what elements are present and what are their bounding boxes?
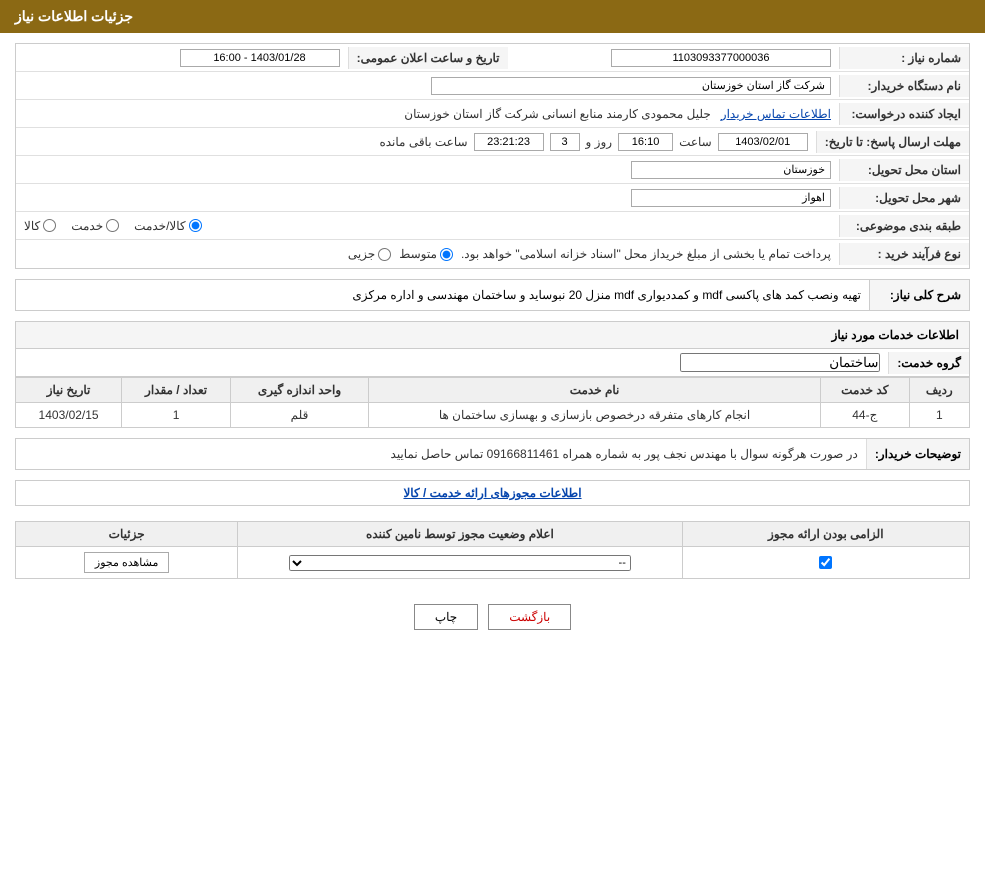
category-option-1[interactable]: کالا — [24, 219, 56, 233]
creator-value: اطلاعات تماس خریدار جلیل محمودی کارمند م… — [16, 103, 839, 125]
deadline-remaining-label: ساعت باقی مانده — [379, 135, 467, 149]
city-input[interactable] — [631, 189, 831, 207]
general-description-label: شرح کلی نیاز: — [869, 280, 969, 310]
category-option-2[interactable]: خدمت — [71, 219, 119, 233]
col-unit: واحد اندازه گیری — [230, 378, 368, 403]
service-section-title: اطلاعات خدمات مورد نیاز — [15, 321, 970, 349]
process-option-1[interactable]: جزیی — [348, 247, 391, 261]
need-number-row: شماره نیاز : تاریخ و ساعت اعلان عمومی: — [16, 44, 969, 72]
province-input[interactable] — [631, 161, 831, 179]
cell-count: 1 — [122, 403, 231, 428]
footer-buttons: بازگشت چاپ — [15, 589, 970, 645]
col-count: تعداد / مقدار — [122, 378, 231, 403]
city-label: شهر محل تحویل: — [839, 187, 969, 209]
service-group-label: گروه خدمت: — [888, 352, 969, 374]
license-table: الزامی بودن ارائه مجوز اعلام وضعیت مجوز … — [15, 521, 970, 579]
buyer-name-input[interactable] — [431, 77, 831, 95]
license-col-required: الزامی بودن ارائه مجوز — [682, 522, 969, 547]
category-label: طبقه بندی موضوعی: — [839, 215, 969, 237]
announce-value — [16, 45, 348, 71]
province-label: استان محل تحویل: — [839, 159, 969, 181]
license-status-cell[interactable]: -- گزینه 1 گزینه 2 — [238, 547, 682, 579]
service-group-input[interactable] — [680, 353, 880, 372]
deadline-days-label: روز و — [586, 135, 613, 149]
cell-row: 1 — [909, 403, 969, 428]
license-table-row: -- گزینه 1 گزینه 2 مشاهده مجوز — [16, 547, 970, 579]
license-required-checkbox[interactable] — [819, 556, 832, 569]
license-view-button[interactable]: مشاهده مجوز — [84, 552, 169, 573]
creator-label: ایجاد کننده درخواست: — [839, 103, 969, 125]
announce-label: تاریخ و ساعت اعلان عمومی: — [348, 47, 508, 69]
col-name: نام خدمت — [369, 378, 821, 403]
license-col-status: اعلام وضعیت مجوز توسط نامین کننده — [238, 522, 682, 547]
creator-link[interactable]: اطلاعات تماس خریدار — [721, 107, 831, 121]
need-number-label: شماره نیاز : — [839, 47, 969, 69]
col-code: کد خدمت — [821, 378, 910, 403]
licenses-link[interactable]: اطلاعات مجوزهای ارائه خدمت / کالا — [15, 480, 970, 506]
license-col-details: جزئیات — [16, 522, 238, 547]
general-description-box: شرح کلی نیاز: تهیه ونصب کمد های پاکسی md… — [15, 279, 970, 311]
service-table: ردیف کد خدمت نام خدمت واحد اندازه گیری ت… — [15, 377, 970, 428]
deadline-remaining-input[interactable] — [474, 133, 544, 151]
creator-text: جلیل محمودی کارمند منابع انسانی شرکت گاز… — [404, 107, 711, 121]
announce-input[interactable] — [180, 49, 340, 67]
buyer-notes-content: در صورت هرگونه سوال با مهندس نجف پور به … — [16, 439, 866, 469]
buyer-name-label: نام دستگاه خریدار: — [839, 75, 969, 97]
license-details-cell[interactable]: مشاهده مجوز — [16, 547, 238, 579]
col-date: تاریخ نیاز — [16, 378, 122, 403]
cell-code: ج-44 — [821, 403, 910, 428]
category-option-3[interactable]: کالا/خدمت — [134, 219, 201, 233]
license-status-select[interactable]: -- گزینه 1 گزینه 2 — [289, 555, 631, 571]
service-group-row: گروه خدمت: — [15, 349, 970, 377]
process-row: نوع فرآیند خرید : پرداخت تمام یا بخشی از… — [16, 240, 969, 268]
service-table-header: ردیف کد خدمت نام خدمت واحد اندازه گیری ت… — [16, 378, 970, 403]
category-value: کالا/خدمت خدمت کالا — [16, 215, 839, 237]
need-number-input[interactable] — [611, 49, 831, 67]
deadline-days-input[interactable] — [550, 133, 580, 151]
license-required-cell — [682, 547, 969, 579]
province-row: استان محل تحویل: — [16, 156, 969, 184]
cell-date: 1403/02/15 — [16, 403, 122, 428]
process-option-2[interactable]: متوسط — [399, 247, 453, 261]
page-title: جزئیات اطلاعات نیاز — [0, 0, 985, 33]
deadline-time-label: ساعت — [679, 135, 712, 149]
deadline-label: مهلت ارسال پاسخ: تا تاریخ: — [816, 131, 969, 153]
service-info-section: اطلاعات خدمات مورد نیاز گروه خدمت: ردیف … — [15, 321, 970, 428]
col-row: ردیف — [909, 378, 969, 403]
main-info-section: شماره نیاز : تاریخ و ساعت اعلان عمومی: ن… — [15, 43, 970, 269]
back-button[interactable]: بازگشت — [488, 604, 571, 630]
process-label: نوع فرآیند خرید : — [839, 243, 969, 265]
deadline-row: مهلت ارسال پاسخ: تا تاریخ: ساعت روز و سا… — [16, 128, 969, 156]
service-group-value — [16, 349, 888, 376]
need-number-value — [508, 45, 840, 71]
buyer-notes-label: توضیحات خریدار: — [866, 439, 969, 469]
province-value — [16, 157, 839, 183]
print-button[interactable]: چاپ — [414, 604, 478, 630]
process-value: پرداخت تمام یا بخشی از مبلغ خریداز محل "… — [16, 243, 839, 265]
general-description-content: تهیه ونصب کمد های پاکسی mdf و کمددیواری … — [16, 280, 869, 310]
buyer-name-value — [16, 73, 839, 99]
cell-unit: قلم — [230, 403, 368, 428]
buyer-notes-section: توضیحات خریدار: در صورت هرگونه سوال با م… — [15, 438, 970, 470]
process-note: پرداخت تمام یا بخشی از مبلغ خریداز محل "… — [461, 247, 831, 261]
buyer-name-row: نام دستگاه خریدار: — [16, 72, 969, 100]
city-value — [16, 185, 839, 211]
deadline-time-input[interactable] — [618, 133, 673, 151]
category-row: طبقه بندی موضوعی: کالا/خدمت خدمت — [16, 212, 969, 240]
license-table-header: الزامی بودن ارائه مجوز اعلام وضعیت مجوز … — [16, 522, 970, 547]
deadline-date-input[interactable] — [718, 133, 808, 151]
service-table-row: 1 ج-44 انجام کارهای متفرقه درخصوص بازساز… — [16, 403, 970, 428]
deadline-value: ساعت روز و ساعت باقی مانده — [16, 129, 816, 155]
cell-name: انجام کارهای متفرقه درخصوص بازسازی و بهس… — [369, 403, 821, 428]
city-row: شهر محل تحویل: — [16, 184, 969, 212]
creator-row: ایجاد کننده درخواست: اطلاعات تماس خریدار… — [16, 100, 969, 128]
